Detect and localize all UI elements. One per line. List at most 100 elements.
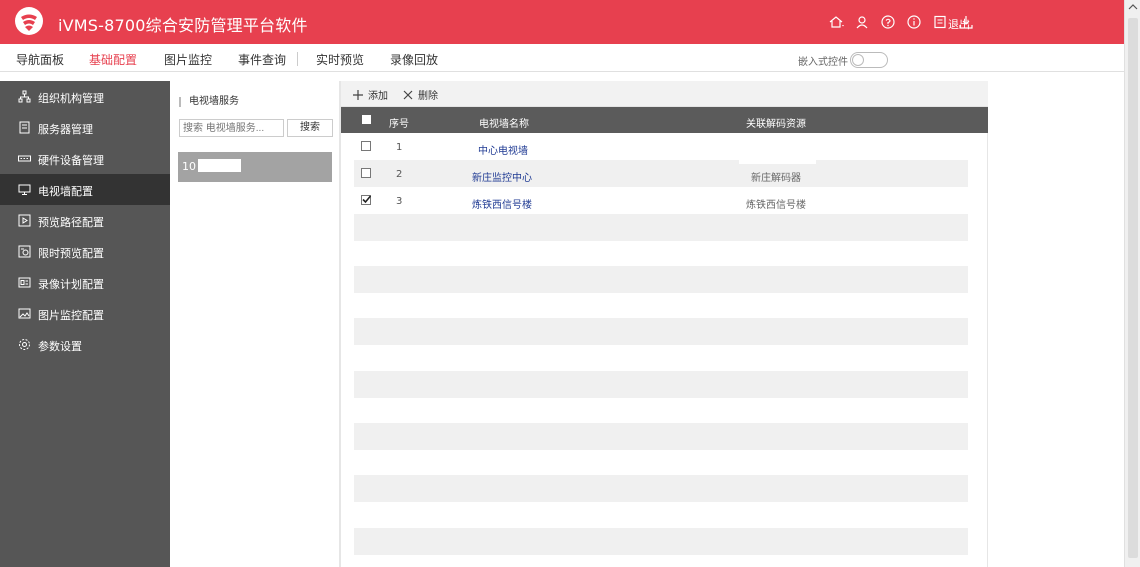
empty-row xyxy=(354,293,968,320)
empty-row xyxy=(354,450,968,477)
col-index-header: 序号 xyxy=(389,119,409,130)
nav-picture-monitor[interactable]: 图片监控 xyxy=(164,51,212,68)
org-icon xyxy=(18,90,31,103)
empty-row xyxy=(354,475,968,502)
empty-row xyxy=(354,502,968,529)
empty-row xyxy=(354,266,968,293)
row-index: 1 xyxy=(396,142,403,153)
redacted-block xyxy=(198,159,241,172)
tvwall-server-panel: 电视墙服务 搜索 10 xyxy=(170,81,340,567)
sidebar-item-label: 参数设置 xyxy=(38,340,82,353)
server-icon xyxy=(19,121,30,134)
empty-row xyxy=(354,241,968,268)
tvwall-name-link[interactable]: 新庄监控中心 xyxy=(472,169,532,184)
sidebar-item-label: 限时预览配置 xyxy=(38,247,104,260)
select-all-checkbox[interactable] xyxy=(362,115,371,124)
nav-event-query[interactable]: 事件查询 xyxy=(238,51,286,68)
logo-icon xyxy=(15,7,43,35)
nav-live-preview[interactable]: 实时预览 xyxy=(316,51,364,68)
tvwall-name-link[interactable]: 中心电视墙 xyxy=(478,142,528,157)
config-sidebar: 组织机构管理 服务器管理 硬件设备管理 电视墙配置 预览路径配置 限时预览配置 … xyxy=(0,81,170,567)
decoder-resource: 炼铁西信号楼 xyxy=(746,200,806,211)
sidebar-item-label: 预览路径配置 xyxy=(38,216,104,229)
sidebar-item-org[interactable]: 组织机构管理 xyxy=(0,81,170,112)
col-name-header: 电视墙名称 xyxy=(479,119,529,130)
decoder-resource: 新庄解码器 xyxy=(751,173,801,184)
scroll-up-icon[interactable] xyxy=(1128,2,1138,12)
row-index: 2 xyxy=(396,169,403,180)
sidebar-item-server[interactable]: 服务器管理 xyxy=(0,112,170,143)
nav-dashboard[interactable]: 导航面板 xyxy=(16,51,64,68)
device-icon xyxy=(18,155,31,162)
user-icon[interactable] xyxy=(854,14,870,30)
picture-icon xyxy=(18,308,31,319)
server-list-item[interactable]: 10 xyxy=(178,152,332,182)
delete-button-label: 删除 xyxy=(418,91,438,102)
check-icon xyxy=(362,195,371,204)
empty-row xyxy=(354,528,968,555)
add-button[interactable]: 添加 xyxy=(352,87,388,102)
nav-divider xyxy=(297,52,298,66)
sidebar-item-label: 电视墙配置 xyxy=(38,185,93,198)
toggle-knob xyxy=(852,54,864,66)
sidebar-item-picture-monitor[interactable]: 图片监控配置 xyxy=(0,298,170,329)
sidebar-item-params[interactable]: 参数设置 xyxy=(0,329,170,360)
info-icon[interactable] xyxy=(906,14,922,30)
server-search-button[interactable]: 搜索 xyxy=(287,119,333,137)
main-nav: 导航面板 基础配置 图片监控 事件查询 实时预览 录像回放 嵌入式控件 xyxy=(0,44,1124,72)
table-row[interactable]: 2 新庄监控中心 新庄解码器 xyxy=(354,160,968,187)
add-button-label: 添加 xyxy=(368,91,388,102)
table-toolbar: 添加 删除 xyxy=(341,81,988,107)
nav-playback[interactable]: 录像回放 xyxy=(390,51,438,68)
col-resource-header: 关联解码资源 xyxy=(746,119,806,130)
plus-icon xyxy=(353,89,363,100)
row-checkbox[interactable] xyxy=(361,141,371,151)
embed-control-label: 嵌入式控件 xyxy=(798,57,848,68)
panel-title: 电视墙服务 xyxy=(179,97,239,107)
sidebar-item-label: 图片监控配置 xyxy=(38,309,104,322)
row-checkbox[interactable] xyxy=(361,168,371,178)
scroll-thumb[interactable] xyxy=(1128,18,1138,558)
redacted-block xyxy=(739,160,816,164)
close-icon xyxy=(403,90,413,99)
sidebar-item-tvwall[interactable]: 电视墙配置 xyxy=(0,174,170,205)
empty-row xyxy=(354,398,968,425)
home-icon[interactable] xyxy=(828,14,844,30)
sidebar-item-preview-path[interactable]: 预览路径配置 xyxy=(0,205,170,236)
gear-icon xyxy=(19,339,30,350)
nav-basic-config[interactable]: 基础配置 xyxy=(89,51,137,68)
empty-row xyxy=(354,318,968,345)
table-header: 序号 电视墙名称 关联解码资源 xyxy=(341,107,988,133)
sidebar-item-label: 组织机构管理 xyxy=(38,92,104,105)
sidebar-item-label: 服务器管理 xyxy=(38,123,93,136)
server-item-label: 10 xyxy=(182,160,196,173)
app-title: iVMS-8700综合安防管理平台软件 xyxy=(58,16,308,35)
sidebar-item-label: 硬件设备管理 xyxy=(38,154,104,167)
table-row[interactable]: 1 中心电视墙 xyxy=(354,133,968,160)
sidebar-item-label: 录像计划配置 xyxy=(38,278,104,291)
table-row[interactable]: 3 炼铁西信号楼 炼铁西信号楼 xyxy=(354,187,968,214)
timer-icon xyxy=(18,245,31,258)
record-plan-icon xyxy=(18,277,31,288)
server-search-input[interactable] xyxy=(179,119,284,137)
embed-control-toggle[interactable] xyxy=(850,52,888,68)
tvwall-list-pane: 添加 删除 序号 电视墙名称 关联解码资源 1 中心电视墙 2 新庄监控中心 新… xyxy=(340,81,988,567)
play-icon xyxy=(18,214,31,227)
empty-row xyxy=(354,214,968,241)
empty-row xyxy=(354,371,968,398)
sidebar-item-device[interactable]: 硬件设备管理 xyxy=(0,143,170,174)
sidebar-item-record-plan[interactable]: 录像计划配置 xyxy=(0,267,170,298)
page-scrollbar[interactable] xyxy=(1124,0,1140,567)
row-checkbox-checked[interactable] xyxy=(361,195,371,205)
app-header: iVMS-8700综合安防管理平台软件 退出 xyxy=(0,0,1124,44)
row-index: 3 xyxy=(396,196,403,207)
tvwall-name-link[interactable]: 炼铁西信号楼 xyxy=(472,196,532,211)
logout-link[interactable]: 退出 xyxy=(948,16,970,32)
empty-row xyxy=(354,345,968,372)
monitor-icon xyxy=(18,184,31,195)
sidebar-item-timed-preview[interactable]: 限时预览配置 xyxy=(0,236,170,267)
table-body: 1 中心电视墙 2 新庄监控中心 新庄解码器 3 炼铁西信号楼 炼铁西信号楼 xyxy=(354,133,968,567)
help-icon[interactable] xyxy=(880,14,896,30)
clipboard-icon[interactable] xyxy=(932,14,948,30)
delete-button[interactable]: 删除 xyxy=(402,87,438,102)
